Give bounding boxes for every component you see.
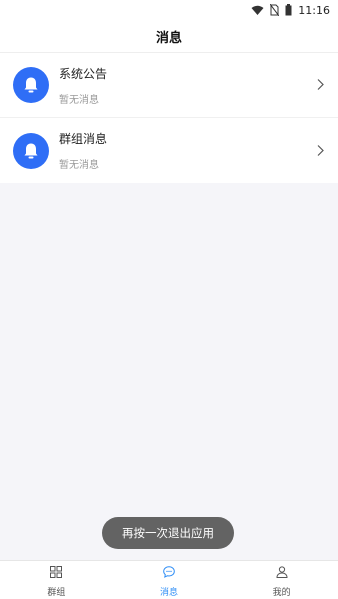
tab-label: 消息 — [160, 587, 179, 598]
list-item-group-messages[interactable]: 群组消息 暂无消息 — [0, 118, 338, 183]
conversation-title: 系统公告 — [59, 66, 108, 81]
tab-profile[interactable]: 我的 — [225, 561, 338, 599]
bell-icon — [13, 132, 49, 169]
status-time: 11:16 — [298, 3, 330, 17]
bell-icon — [13, 67, 49, 103]
status-bar: 11:16 — [0, 0, 338, 20]
user-icon — [276, 563, 288, 582]
tab-messages[interactable]: 消息 — [113, 561, 226, 599]
toast-text: 再按一次退出应用 — [122, 526, 214, 540]
bottom-tab-bar: 群组 消息 我的 — [0, 560, 338, 599]
battery-icon — [285, 4, 292, 16]
conversation-list: 系统公告 暂无消息 群组消息 暂无消息 — [0, 53, 338, 183]
tab-label: 群组 — [47, 587, 66, 598]
exit-toast: 再按一次退出应用 — [102, 517, 234, 549]
chevron-right-icon — [317, 76, 324, 95]
page-title: 消息 — [155, 30, 182, 46]
tab-label: 我的 — [272, 587, 291, 598]
tab-groups[interactable]: 群组 — [0, 561, 113, 599]
grid-icon — [50, 563, 63, 582]
list-item-system-announcement[interactable]: 系统公告 暂无消息 — [0, 53, 338, 118]
page-header: 消息 — [0, 20, 338, 53]
conversation-subtitle: 暂无消息 — [59, 160, 99, 171]
no-sim-icon — [270, 4, 280, 16]
wifi-icon — [251, 5, 264, 16]
conversation-subtitle: 暂无消息 — [59, 94, 99, 106]
conversation-title: 群组消息 — [59, 132, 108, 146]
chat-bubble-icon — [163, 563, 175, 582]
chevron-right-icon — [317, 141, 324, 160]
